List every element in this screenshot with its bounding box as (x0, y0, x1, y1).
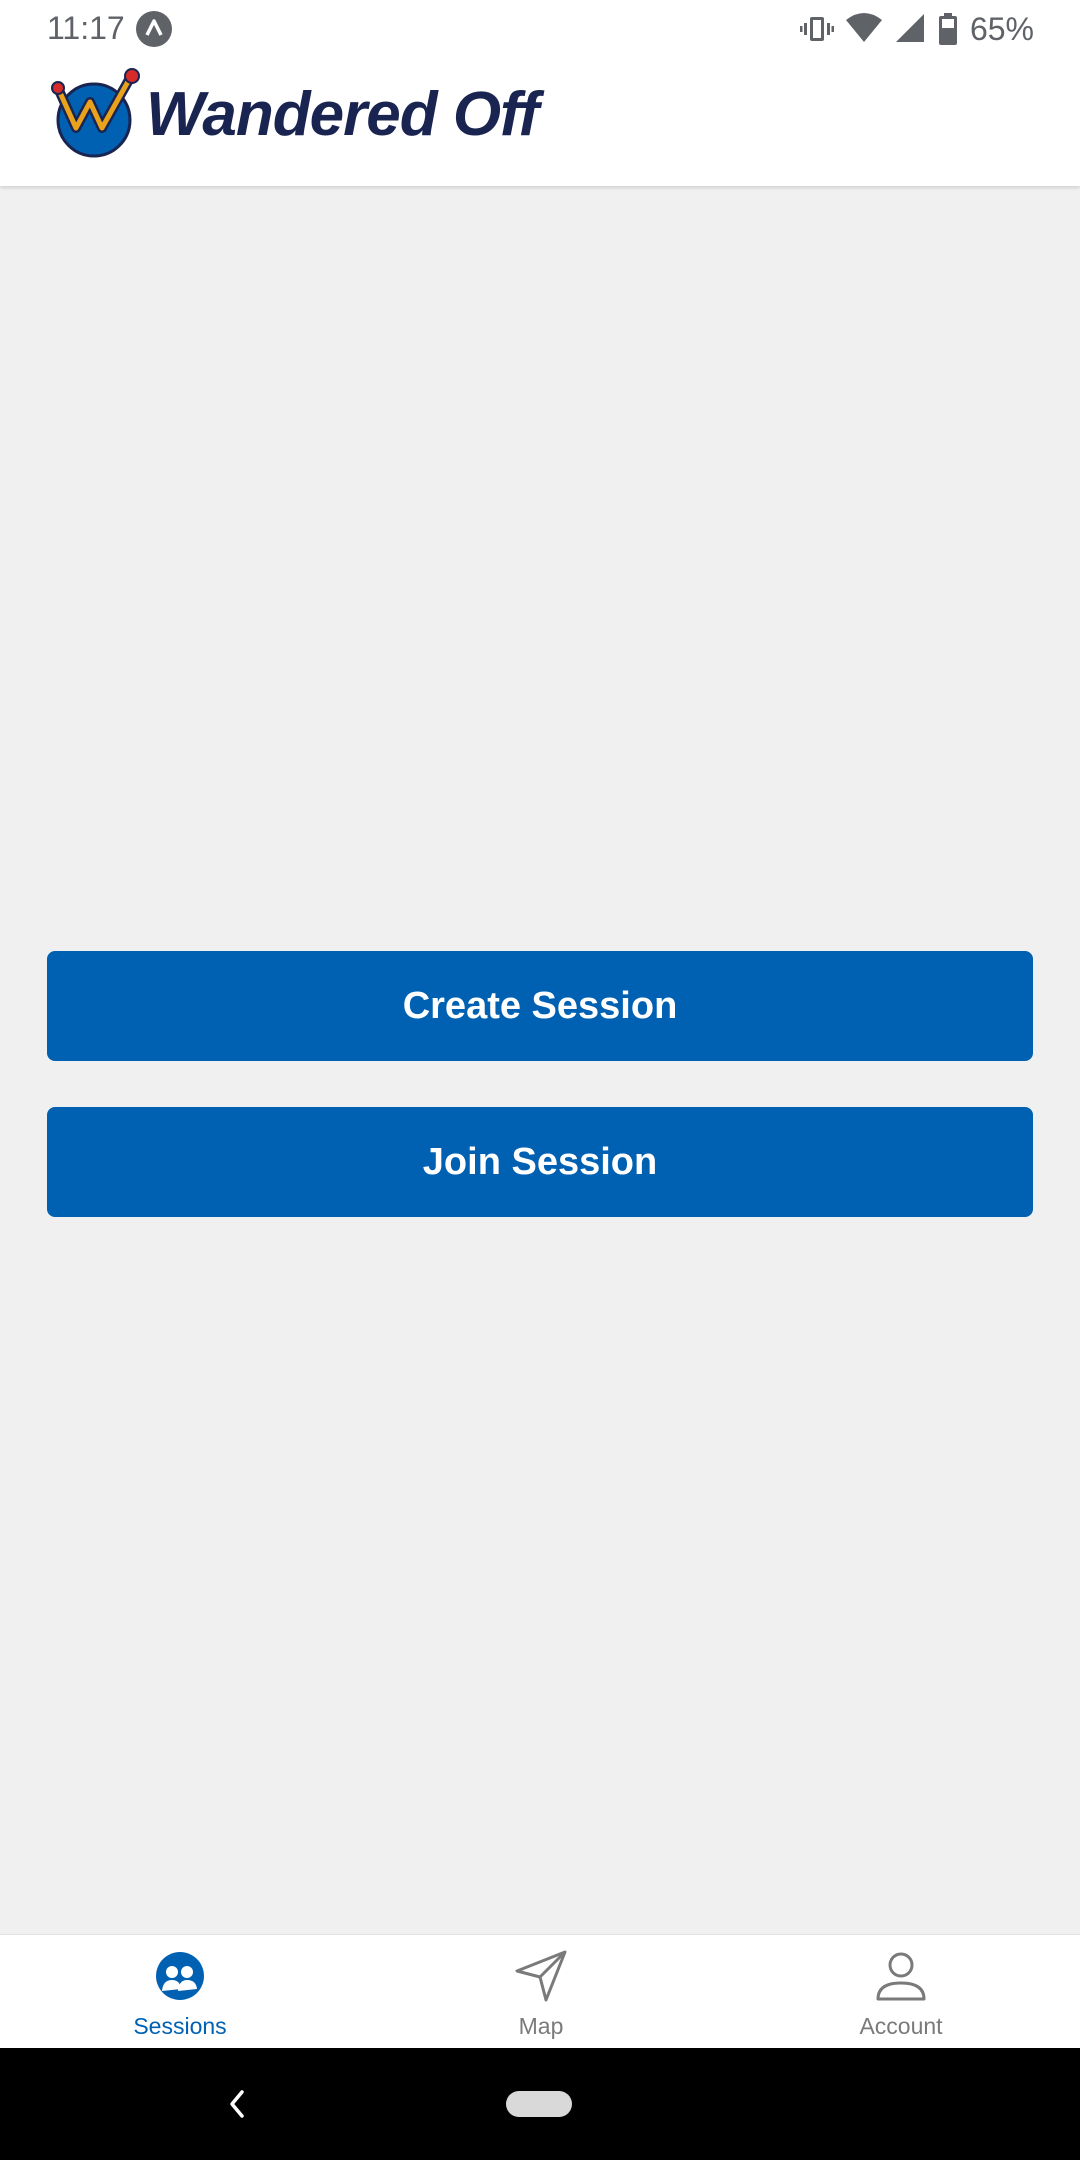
bottom-nav: Sessions Map Account (0, 1934, 1080, 2049)
navigation-arrow-icon (515, 1950, 567, 2002)
tab-map-label: Map (518, 2013, 564, 2039)
status-time: 11:17 (47, 10, 125, 46)
cell-signal-icon (895, 14, 924, 42)
back-chevron-icon[interactable] (222, 2084, 252, 2124)
wifi-icon (845, 13, 882, 42)
status-bar: 11:17 65% (0, 0, 1080, 58)
status-icons: 65% (799, 8, 1034, 50)
join-session-button[interactable]: Join Session (47, 1107, 1033, 1217)
tab-sessions-label: Sessions (133, 2013, 227, 2039)
system-nav-bar (0, 2048, 1080, 2160)
main-content: Create Session Join Session (0, 186, 1080, 1934)
sessions-icon (156, 1952, 204, 2000)
tab-sessions[interactable]: Sessions (0, 1935, 360, 2049)
app-header: Wandered Off (0, 58, 1080, 186)
home-pill-button[interactable] (506, 2091, 572, 2117)
app-logo: Wandered Off (50, 66, 539, 162)
battery-icon (938, 13, 957, 45)
tab-map[interactable]: Map (360, 1935, 722, 2049)
notification-a-icon (136, 11, 172, 47)
tab-account[interactable]: Account (722, 1935, 1080, 2049)
vibrate-icon (799, 17, 834, 41)
person-icon (876, 1952, 926, 2001)
battery-percent: 65% (969, 10, 1034, 47)
app-title: Wandered Off (146, 79, 539, 149)
wandered-off-logo-icon (51, 68, 140, 158)
tab-account-label: Account (859, 2013, 943, 2039)
app-screen: 11:17 65% Wandered Off Create Session Jo… (0, 0, 1080, 2160)
create-session-button[interactable]: Create Session (47, 951, 1033, 1061)
